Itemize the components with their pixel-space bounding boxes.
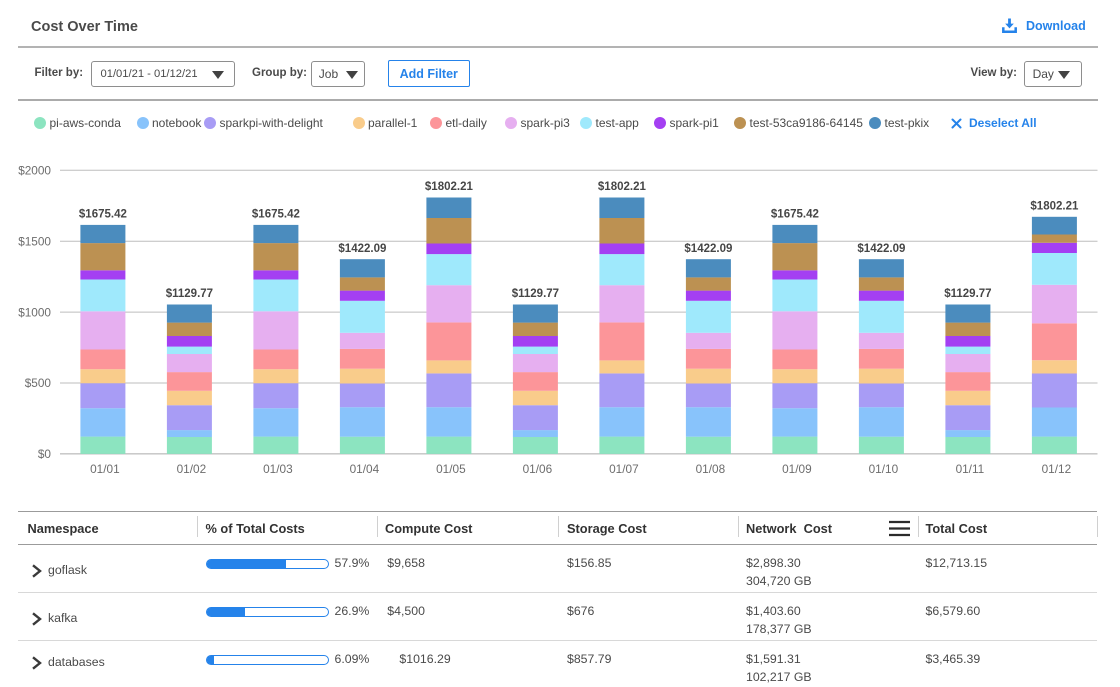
svg-text:01/08: 01/08 [696,462,726,476]
svg-text:$1129.77: $1129.77 [166,288,213,300]
svg-text:$1422.09: $1422.09 [857,243,905,255]
svg-text:01/07: 01/07 [609,462,639,476]
svg-text:01/04: 01/04 [350,462,380,476]
svg-text:01/12: 01/12 [1042,462,1072,476]
svg-text:$1000: $1000 [18,305,51,319]
svg-text:$1675.42: $1675.42 [79,209,127,221]
svg-text:01/01: 01/01 [90,462,120,476]
svg-text:$1422.09: $1422.09 [338,243,386,255]
svg-text:01/03: 01/03 [263,462,293,476]
svg-text:$1802.21: $1802.21 [598,181,647,193]
svg-text:01/02: 01/02 [177,462,207,476]
svg-text:01/06: 01/06 [523,462,553,476]
svg-text:$1802.21: $1802.21 [425,181,474,193]
svg-text:01/10: 01/10 [869,462,899,476]
svg-text:01/05: 01/05 [436,462,466,476]
svg-text:$1500: $1500 [18,234,51,248]
svg-text:$500: $500 [25,376,52,390]
svg-text:$1675.42: $1675.42 [771,209,819,221]
svg-text:$0: $0 [38,447,52,461]
svg-text:$1129.77: $1129.77 [944,288,991,300]
svg-text:01/11: 01/11 [956,462,985,476]
svg-text:$1422.09: $1422.09 [684,243,732,255]
svg-text:$1129.77: $1129.77 [512,288,559,300]
svg-text:$1802.21: $1802.21 [1030,201,1079,213]
svg-text:$1675.42: $1675.42 [252,209,300,221]
svg-text:01/09: 01/09 [782,462,812,476]
svg-text:$2000: $2000 [18,164,51,178]
